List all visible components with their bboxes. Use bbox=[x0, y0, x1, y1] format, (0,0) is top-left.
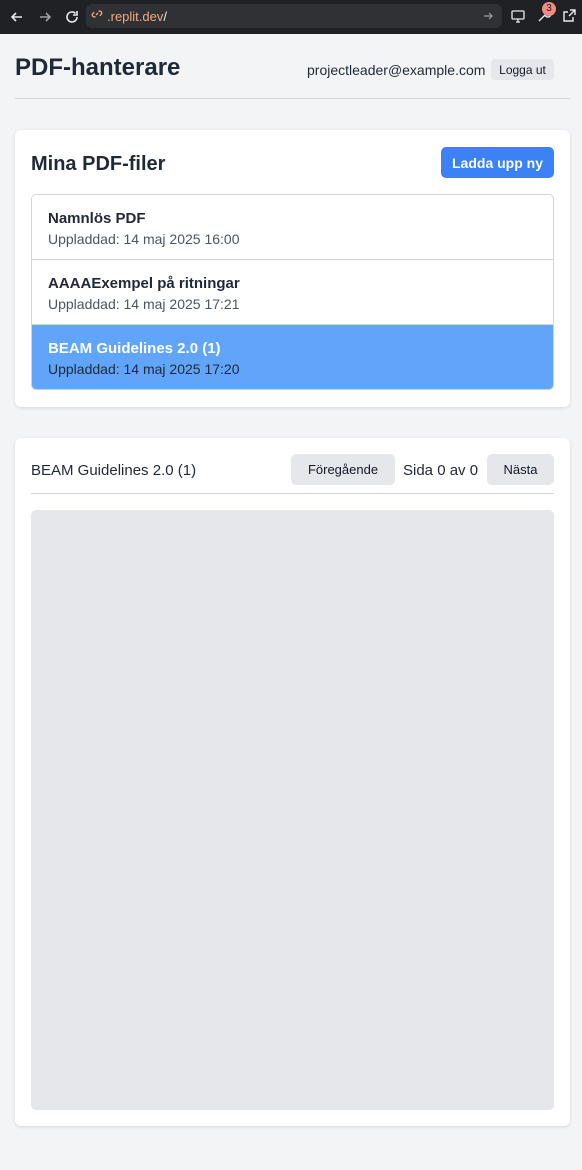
monitor-icon[interactable] bbox=[510, 8, 526, 29]
files-title: Mina PDF-filer bbox=[31, 153, 166, 175]
back-arrow-icon[interactable] bbox=[4, 4, 30, 30]
file-upload-date: Uppladdad: 14 maj 2025 17:20 bbox=[48, 361, 240, 377]
header-divider bbox=[15, 98, 570, 99]
file-upload-date: Uppladdad: 14 maj 2025 17:21 bbox=[48, 296, 240, 312]
app-title: PDF-hanterare bbox=[15, 54, 181, 81]
go-arrow-icon[interactable] bbox=[482, 9, 494, 27]
file-name: AAAAExempel på ritningar bbox=[48, 275, 240, 292]
user-email: projectleader@example.com bbox=[307, 62, 486, 78]
file-name: Namnlös PDF bbox=[48, 210, 146, 227]
address-bar[interactable]: .replit.dev/ bbox=[86, 4, 502, 28]
pdf-files-card: Mina PDF-filer Ladda upp ny Namnlös PDF … bbox=[15, 130, 570, 407]
extensions-badge: 3 bbox=[542, 2, 556, 16]
link-icon bbox=[91, 7, 103, 25]
pdf-viewer-card: BEAM Guidelines 2.0 (1) Föregående Sida … bbox=[15, 438, 570, 1126]
file-upload-date: Uppladdad: 14 maj 2025 16:00 bbox=[48, 231, 240, 247]
file-list-item[interactable]: AAAAExempel på ritningar Uppladdad: 14 m… bbox=[32, 260, 553, 325]
next-page-button[interactable]: Nästa bbox=[487, 454, 554, 485]
browser-toolbar: .replit.dev/ 3 bbox=[0, 0, 582, 34]
previous-page-button[interactable]: Föregående bbox=[291, 454, 395, 485]
page-indicator: Sida 0 av 0 bbox=[403, 462, 479, 479]
logout-button[interactable]: Logga ut bbox=[491, 59, 554, 80]
file-list: Namnlös PDF Uppladdad: 14 maj 2025 16:00… bbox=[31, 194, 554, 390]
viewer-document-title: BEAM Guidelines 2.0 (1) bbox=[31, 462, 197, 479]
upload-new-button[interactable]: Ladda upp ny bbox=[441, 147, 554, 178]
viewer-divider bbox=[31, 493, 554, 494]
file-list-item[interactable]: Namnlös PDF Uppladdad: 14 maj 2025 16:00 bbox=[32, 195, 553, 260]
file-list-item-selected[interactable]: BEAM Guidelines 2.0 (1) Uppladdad: 14 ma… bbox=[32, 325, 553, 389]
external-link-icon[interactable] bbox=[561, 8, 577, 29]
url-text: .replit.dev/ bbox=[107, 8, 167, 24]
pdf-page-canvas[interactable] bbox=[31, 510, 554, 1110]
file-name: BEAM Guidelines 2.0 (1) bbox=[48, 340, 221, 357]
reload-icon[interactable] bbox=[59, 4, 85, 30]
forward-arrow-icon[interactable] bbox=[32, 4, 58, 30]
